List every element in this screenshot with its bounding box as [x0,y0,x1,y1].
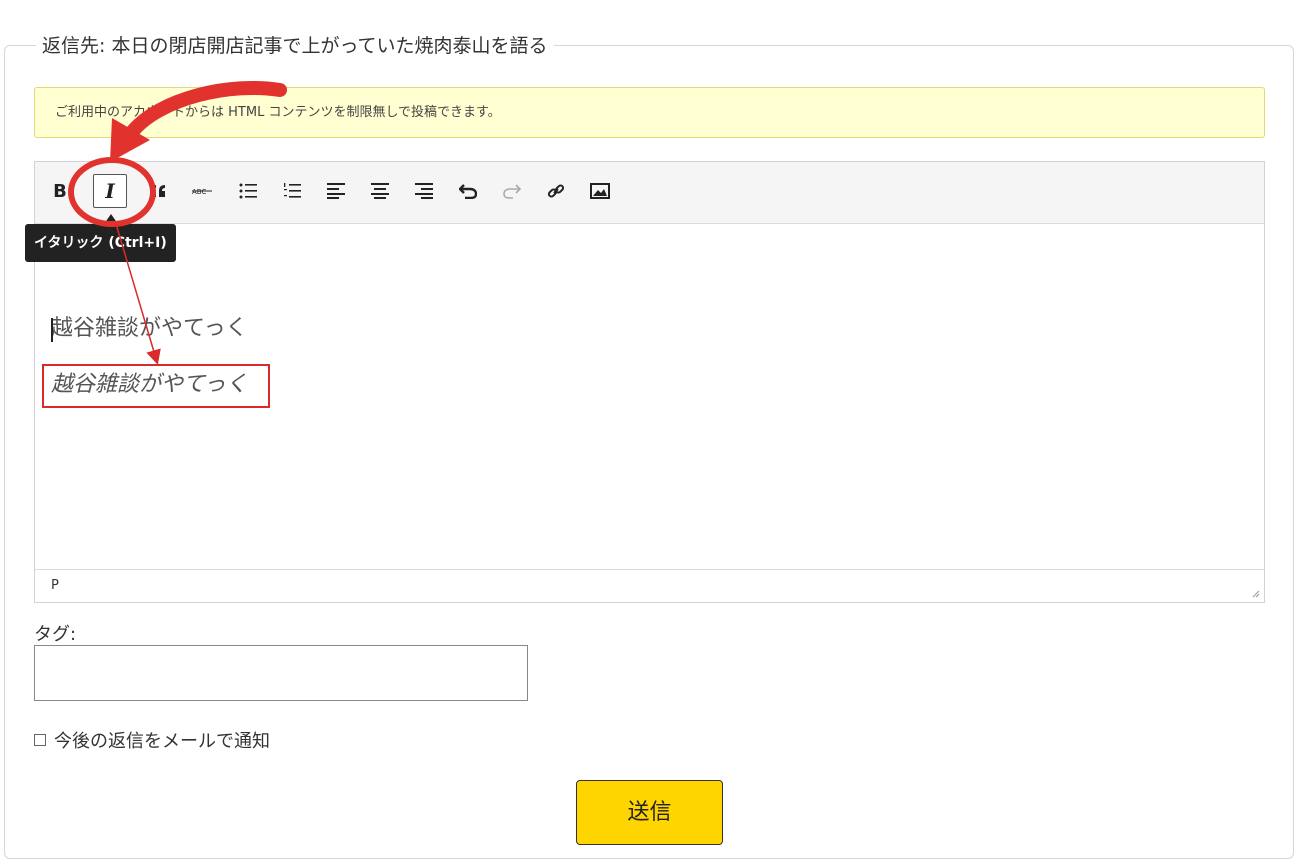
top-band [0,0,1300,36]
image-button[interactable] [583,174,617,208]
numbered-list-button[interactable] [275,174,309,208]
resize-grip-icon[interactable] [1250,588,1260,598]
quote-icon [150,185,165,197]
link-icon [547,184,565,198]
align-right-button[interactable] [407,174,441,208]
annotation-highlight-box [42,364,270,408]
undo-icon [459,184,477,199]
undo-button[interactable] [451,174,485,208]
bulleted-list-icon [239,183,257,199]
tag-label: タグ: [34,624,77,645]
numbered-list-icon [284,183,301,198]
italic-button[interactable]: I [93,174,127,208]
align-center-icon [371,183,389,199]
html-notice: ご利用中のアカウントからは HTML コンテンツを制限無しで投稿できます。 [34,87,1265,138]
submit-button[interactable]: 送信 [576,780,723,845]
italic-icon: I [105,179,115,203]
tag-input[interactable] [34,645,528,701]
strikethrough-icon: ABC [192,188,212,196]
strikethrough-button[interactable]: ABC [185,174,219,208]
paragraph-normal: 越谷雑談がやてっく [51,316,248,341]
bold-button[interactable]: B [43,174,77,208]
align-right-icon [415,183,433,199]
align-center-button[interactable] [363,174,397,208]
link-button[interactable] [539,174,573,208]
image-icon [590,183,610,199]
editor-toolbar: B I ABC [35,162,1264,224]
align-left-button[interactable] [319,174,353,208]
blockquote-button[interactable] [141,174,175,208]
svg-text:ABC: ABC [192,188,206,196]
element-path[interactable]: P [51,578,59,593]
redo-icon [503,184,521,199]
bulleted-list-button[interactable] [231,174,265,208]
reply-legend: 返信先: 本日の閉店開店記事で上がっていた焼肉泰山を語る [36,33,554,59]
redo-button[interactable] [495,174,529,208]
notify-label: 今後の返信をメールで通知 [54,731,270,752]
bold-icon: B [53,180,67,202]
notify-checkbox[interactable] [34,734,46,746]
tooltip-arrow [104,214,118,224]
editor-statusbar: P [35,569,1264,602]
align-left-icon [327,183,345,199]
text-caret [51,318,53,342]
notify-option[interactable]: 今後の返信をメールで通知 [34,727,270,753]
italic-tooltip: イタリック (Ctrl+I) [25,224,176,262]
